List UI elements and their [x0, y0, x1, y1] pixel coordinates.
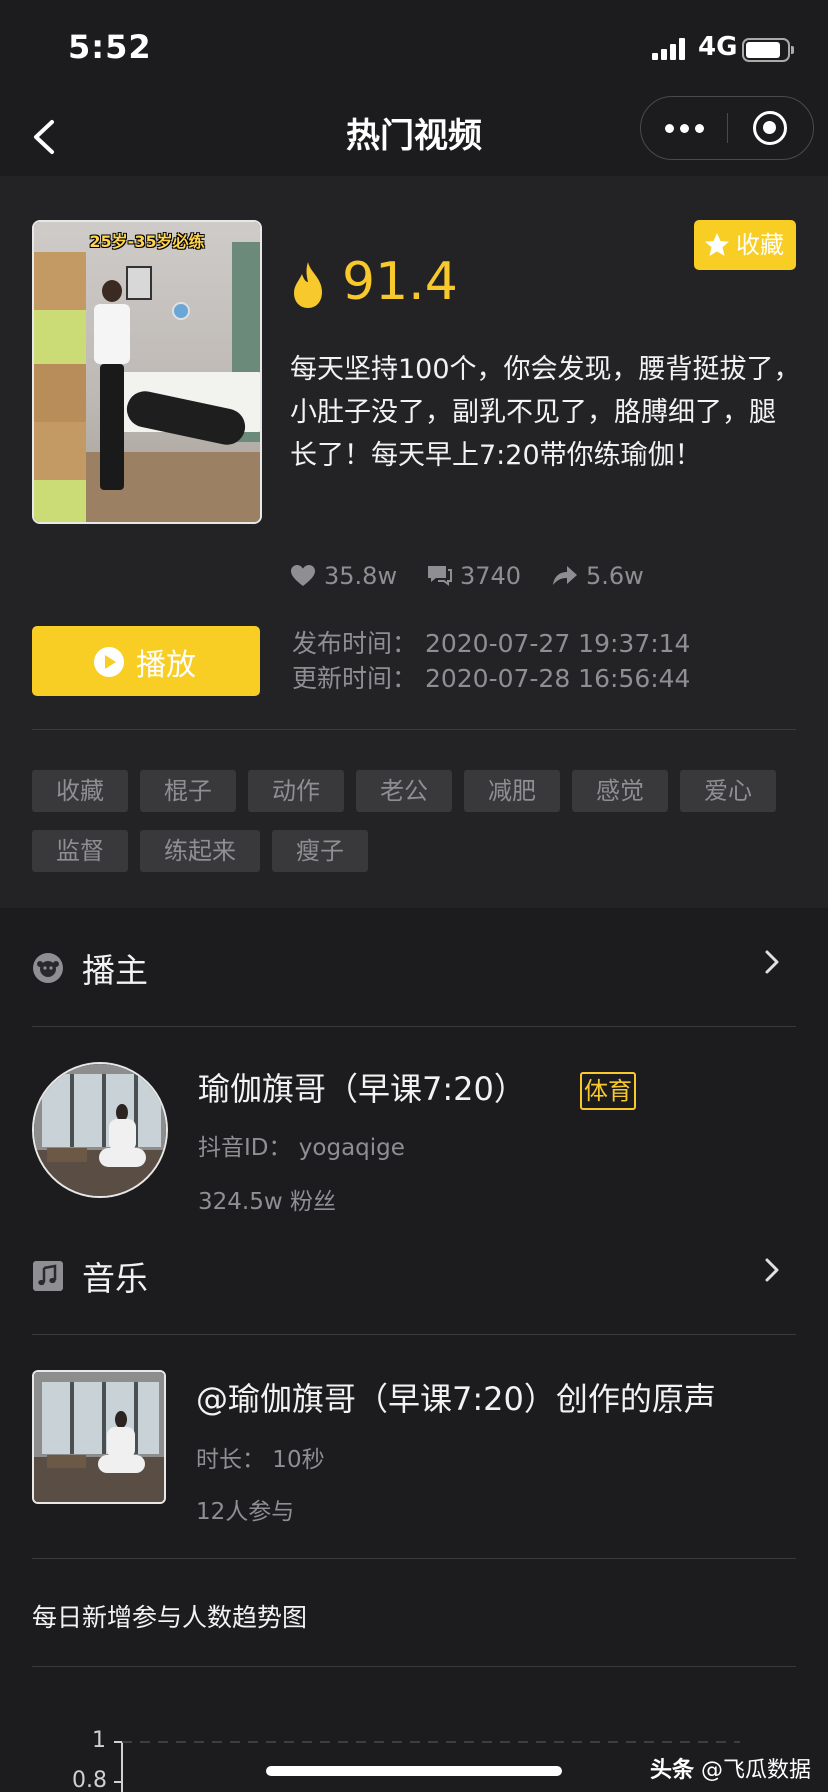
update-time: 更新时间： 2020-07-28 16:56:44 [292, 664, 691, 693]
star-icon [705, 233, 729, 256]
video-card: 25岁-35岁必练 收藏 91.4 每天坚持100个，你会发现，腰背挺拔了，小肚… [0, 176, 828, 908]
tag-item[interactable]: 老公 [356, 770, 452, 812]
tag-item[interactable]: 棍子 [140, 770, 236, 812]
shares-count: 5.6w [586, 562, 644, 590]
status-bar: 5:52 4G [0, 0, 828, 96]
divider [32, 1666, 796, 1667]
host-category-badge: 体育 [580, 1072, 636, 1110]
host-douyin-id: 抖音ID： yogaqige [198, 1135, 405, 1161]
watermark: 头条 @飞瓜数据 [650, 1752, 811, 1784]
watermark-handle: @飞瓜数据 [701, 1758, 812, 1783]
tag-item[interactable]: 感觉 [572, 770, 668, 812]
play-icon [94, 647, 124, 677]
network-label: 4G [698, 32, 738, 62]
divider [32, 1334, 796, 1335]
nav-bar: 热门视频 [0, 96, 828, 176]
music-title[interactable]: @瑜伽旗哥（早课7:20）创作的原声 [196, 1374, 716, 1420]
tag-item[interactable]: 动作 [248, 770, 344, 812]
video-description: 每天坚持100个，你会发现，腰背挺拔了，小肚子没了，副乳不见了，胳膊细了，腿长了… [290, 354, 801, 471]
tag-item[interactable]: 收藏 [32, 770, 128, 812]
close-mini-program-icon[interactable] [753, 111, 787, 145]
tag-item[interactable]: 瘦子 [272, 830, 368, 872]
chevron-right-icon [765, 1258, 779, 1282]
battery-icon [742, 38, 794, 62]
comments-count: 3740 [460, 562, 522, 590]
host-icon [33, 953, 63, 983]
y-tick-label: 1 [92, 1728, 106, 1753]
tag-item[interactable]: 监督 [32, 830, 128, 872]
chevron-right-icon [765, 950, 779, 974]
music-duration: 时长： 10秒 [196, 1447, 325, 1473]
tag-item[interactable]: 减肥 [464, 770, 560, 812]
status-time: 5:52 [68, 28, 152, 66]
comment-icon [428, 566, 452, 586]
publish-time: 发布时间： 2020-07-27 19:37:14 [292, 629, 691, 658]
thumbnail-caption: 25岁-35岁必练 [89, 232, 205, 251]
music-cover[interactable] [32, 1370, 166, 1504]
divider [32, 729, 796, 730]
watermark-brand: 头条 [650, 1758, 695, 1783]
music-participants: 12人参与 [196, 1499, 295, 1525]
host-avatar[interactable] [32, 1062, 168, 1198]
host-section-header[interactable]: 播主 [32, 936, 796, 996]
tag-item[interactable]: 爱心 [680, 770, 776, 812]
favorite-label: 收藏 [736, 231, 784, 259]
likes-count: 35.8w [324, 562, 398, 590]
fire-icon [294, 262, 322, 308]
favorite-button[interactable]: 收藏 [694, 220, 796, 270]
tag-item[interactable]: 练起来 [140, 830, 260, 872]
heat-score-value: 91.4 [342, 252, 458, 312]
home-indicator [266, 1766, 562, 1776]
host-name[interactable]: 瑜伽旗哥（早课7:20） [198, 1064, 526, 1110]
video-thumbnail[interactable]: 25岁-35岁必练 [32, 220, 262, 524]
music-section-header[interactable]: 音乐 [32, 1244, 796, 1304]
trend-chart-title: 每日新增参与人数趋势图 [32, 1603, 308, 1632]
share-icon [553, 566, 577, 585]
play-button[interactable]: 播放 [32, 626, 260, 696]
music-note-icon [33, 1261, 63, 1291]
more-button[interactable] [641, 97, 727, 158]
host-section-title: 播主 [82, 951, 148, 990]
mini-program-capsule [640, 96, 814, 160]
heart-icon [291, 565, 315, 586]
play-label: 播放 [136, 648, 196, 683]
host-fans-count: 324.5w 粉丝 [198, 1189, 336, 1215]
y-tick-label: 0.8 [72, 1768, 107, 1792]
video-dates: 发布时间： 2020-07-27 19:37:14 更新时间： 2020-07-… [292, 626, 690, 696]
signal-icon [652, 38, 688, 60]
music-section-title: 音乐 [82, 1259, 148, 1298]
divider [32, 1026, 796, 1027]
divider [32, 1558, 796, 1559]
